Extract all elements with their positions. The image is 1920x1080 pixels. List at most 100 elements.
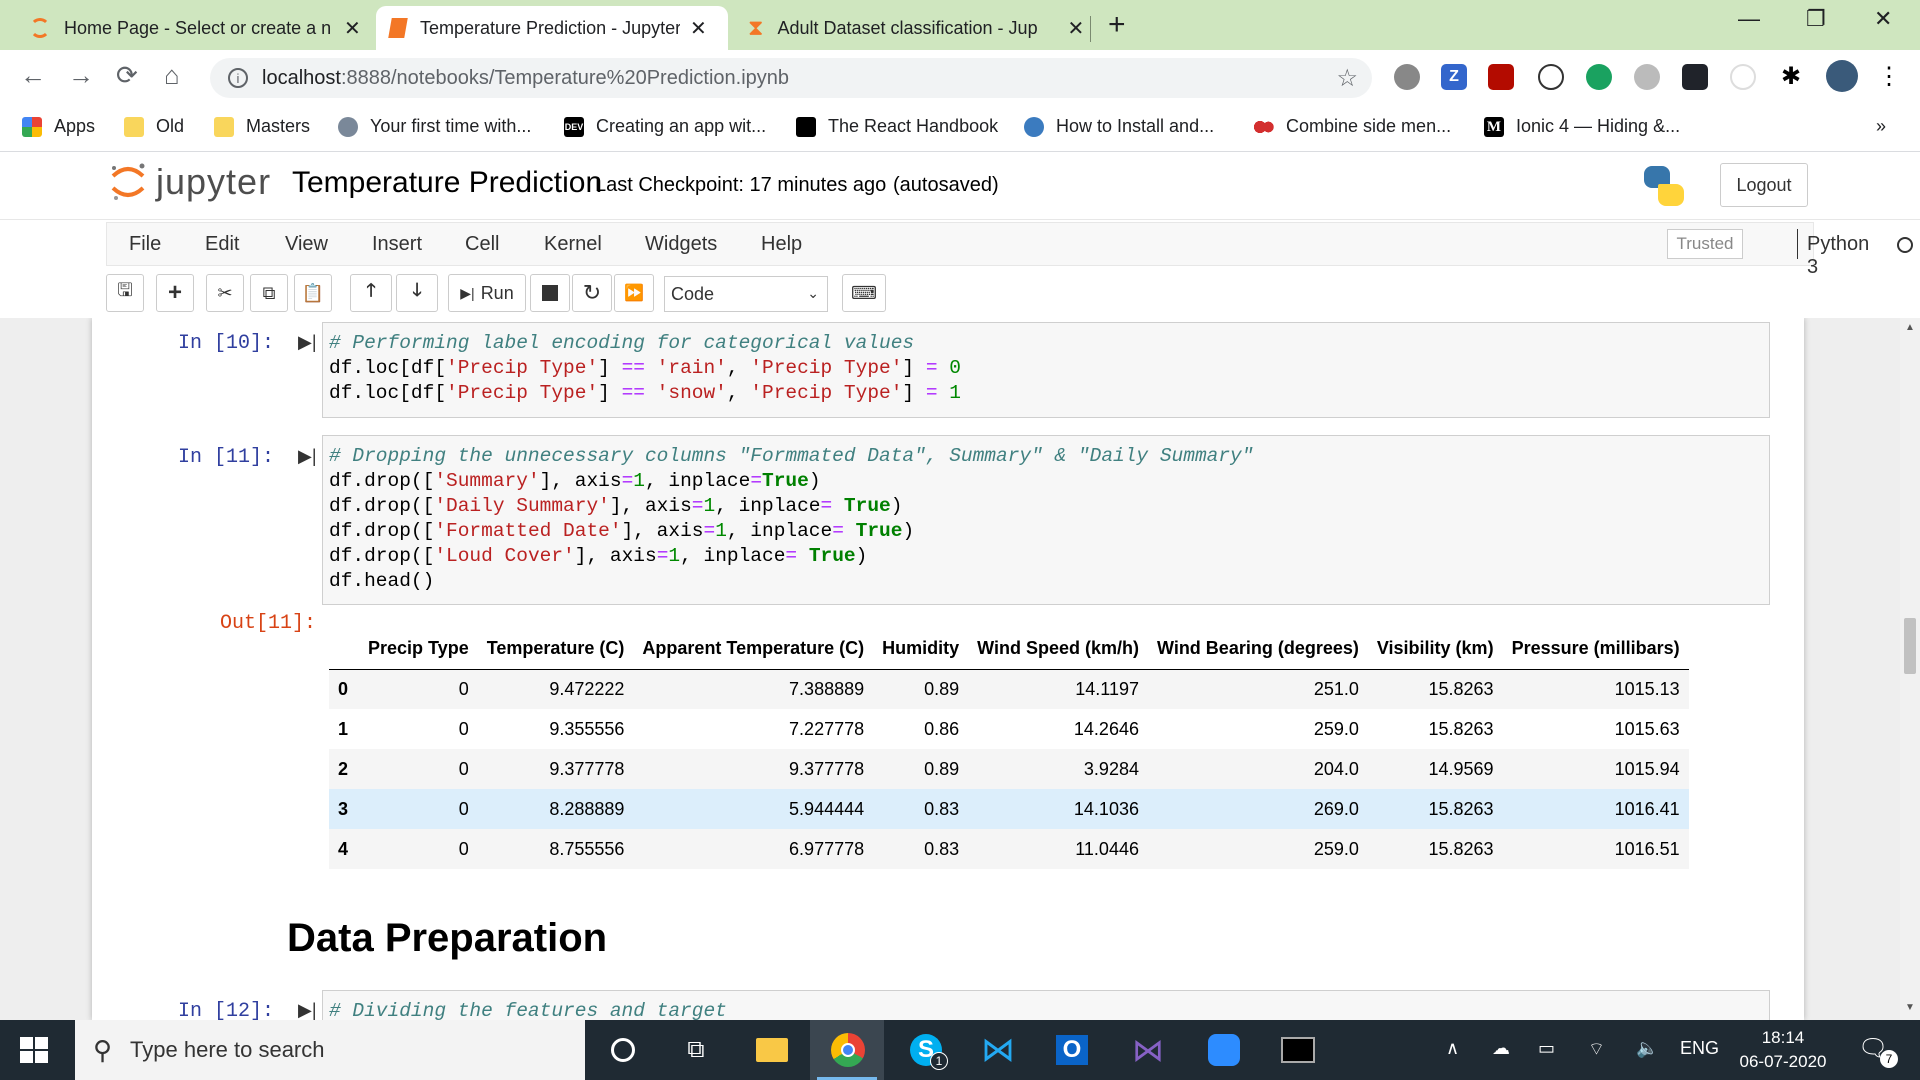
cut-button[interactable]: ✂	[206, 274, 244, 312]
extension-icon[interactable]	[1634, 64, 1660, 90]
clock[interactable]: 18:14 06-07-2020	[1728, 1026, 1838, 1074]
restart-run-all-button[interactable]: ⏩	[614, 274, 654, 312]
vscode-icon[interactable]: ⋈	[978, 1030, 1018, 1070]
bookmark-old[interactable]: Old	[124, 116, 184, 137]
jupyter-logo[interactable]: jupyter	[110, 160, 271, 204]
file-explorer-icon[interactable]	[752, 1030, 792, 1070]
extension-icon[interactable]	[1730, 64, 1756, 90]
plus-icon: +	[167, 279, 182, 306]
zoom-icon[interactable]	[1204, 1030, 1244, 1070]
tab-temperature-prediction[interactable]: Temperature Prediction - Jupyter ✕	[376, 6, 728, 50]
address-bar[interactable]: i localhost:8888/notebooks/Temperature%2…	[210, 58, 1372, 98]
avatar[interactable]	[1826, 60, 1858, 92]
close-icon[interactable]: ✕	[690, 16, 707, 41]
back-icon[interactable]: ←	[20, 60, 46, 91]
menu-cell[interactable]: Cell	[465, 233, 499, 256]
bookmark-combine-side[interactable]: Combine side men...	[1254, 116, 1451, 137]
onedrive-cloud-icon[interactable]: ☁	[1492, 1038, 1510, 1059]
column-header: Visibility (km)	[1376, 638, 1494, 659]
terminal-icon[interactable]	[1278, 1030, 1318, 1070]
scroll-down-icon[interactable]: ▼	[1905, 1002, 1915, 1013]
run-button[interactable]: ▶| Run	[448, 274, 526, 312]
menu-file[interactable]: File	[129, 233, 161, 256]
bookmark-creating-app[interactable]: DEV Creating an app wit...	[564, 116, 766, 137]
jupyter-favicon-icon	[30, 18, 50, 38]
react-devtools-icon[interactable]	[1682, 64, 1708, 90]
tab-adult-dataset[interactable]: ⧗ Adult Dataset classification - Jup ✕	[734, 6, 1098, 50]
bookmark-first-time[interactable]: Your first time with...	[338, 116, 531, 137]
extension-icon[interactable]	[1394, 64, 1420, 90]
bookmark-ionic[interactable]: M Ionic 4 — Hiding &...	[1484, 116, 1680, 137]
cell-type-select[interactable]: Code ⌄	[664, 276, 828, 312]
info-icon[interactable]: i	[228, 68, 248, 88]
save-button[interactable]: 🖫	[106, 274, 144, 312]
menu-help[interactable]: Help	[761, 233, 802, 256]
acrobat-icon[interactable]	[1488, 64, 1514, 90]
bookmark-star-icon[interactable]: ☆	[1336, 64, 1358, 93]
bookmark-apps[interactable]: Apps	[22, 116, 95, 137]
zotero-icon[interactable]: Z	[1441, 64, 1467, 90]
restore-icon[interactable]: ❐	[1806, 6, 1826, 32]
run-cell-icon[interactable]: ▶|	[298, 446, 317, 467]
menu-insert[interactable]: Insert	[372, 233, 422, 256]
new-tab-icon[interactable]: +	[1108, 8, 1126, 42]
copy-icon: ⧉	[262, 282, 276, 303]
run-cell-icon[interactable]: ▶|	[298, 332, 317, 353]
extension-icon[interactable]	[1586, 64, 1612, 90]
restart-button[interactable]: ↻	[572, 274, 612, 312]
chevron-up-icon[interactable]: ∧	[1446, 1038, 1459, 1059]
chrome-icon[interactable]	[828, 1030, 868, 1070]
code-cell-11[interactable]: # Dropping the unnecessary columns "Form…	[322, 435, 1770, 605]
language-indicator[interactable]: ENG	[1680, 1038, 1719, 1059]
close-icon[interactable]: ✕	[1067, 16, 1084, 41]
code-cell-10[interactable]: # Performing label encoding for categori…	[322, 322, 1770, 418]
kernel-separator	[1797, 229, 1798, 259]
menu-widgets[interactable]: Widgets	[645, 233, 717, 256]
search-icon: ⚲	[93, 1034, 113, 1065]
window-close-icon[interactable]: ✕	[1874, 6, 1892, 32]
forward-icon[interactable]: →	[68, 60, 94, 91]
bookmark-masters[interactable]: Masters	[214, 116, 310, 137]
table-cell: 0	[458, 758, 469, 779]
home-icon[interactable]: ⌂	[164, 60, 180, 91]
minimize-icon[interactable]: —	[1738, 6, 1760, 32]
command-palette-button[interactable]: ⌨	[842, 274, 886, 312]
wifi-icon[interactable]: ⌔	[1588, 1038, 1605, 1061]
close-icon[interactable]: ✕	[344, 16, 361, 41]
cortana-icon[interactable]	[603, 1030, 643, 1070]
insert-cell-button[interactable]: +	[156, 274, 194, 312]
run-cell-icon[interactable]: ▶|	[298, 1000, 317, 1020]
table-cell: 269.0	[1313, 798, 1359, 819]
battery-icon[interactable]: ▭	[1538, 1038, 1555, 1059]
menu-dots-icon[interactable]: ⋮	[1876, 64, 1902, 90]
scrollbar-thumb[interactable]	[1904, 618, 1916, 674]
bookmarks-overflow-icon[interactable]: »	[1876, 116, 1886, 137]
visual-studio-icon[interactable]: ⋈	[1128, 1030, 1168, 1070]
move-up-button[interactable]: 🡑	[350, 274, 392, 312]
tab-home-page[interactable]: Home Page - Select or create a n ✕	[16, 6, 375, 50]
bookmark-react-handbook[interactable]: The React Handbook	[796, 116, 998, 137]
input-prompt: In [11]:	[178, 446, 275, 469]
table-cell: 7.388889	[789, 678, 865, 699]
copy-button[interactable]: ⧉	[250, 274, 288, 312]
task-view-icon[interactable]: ⧉	[676, 1030, 716, 1070]
menu-view[interactable]: View	[285, 233, 328, 256]
extension-icon[interactable]	[1538, 64, 1564, 90]
logout-button[interactable]: Logout	[1720, 163, 1808, 207]
volume-icon[interactable]: 🔈	[1636, 1038, 1658, 1059]
move-down-button[interactable]: 🡓	[396, 274, 438, 312]
scroll-up-icon[interactable]: ▲	[1905, 322, 1915, 333]
paste-button[interactable]: 📋	[294, 274, 332, 312]
menu-edit[interactable]: Edit	[205, 233, 239, 256]
windows-start-icon[interactable]	[18, 1034, 50, 1071]
reload-icon[interactable]: ⟳	[116, 60, 138, 91]
interrupt-button[interactable]	[530, 274, 570, 312]
code-cell-12[interactable]: # Dividing the features and target	[322, 990, 1770, 1020]
bookmark-how-to-install[interactable]: How to Install and...	[1024, 116, 1214, 137]
notebook-name[interactable]: Temperature Prediction	[292, 166, 602, 200]
trusted-indicator[interactable]: Trusted	[1667, 229, 1743, 259]
outlook-icon[interactable]: O	[1052, 1030, 1092, 1070]
taskbar-search-box[interactable]: ⚲ Type here to search	[75, 1020, 585, 1080]
puzzle-icon[interactable]: ✱	[1778, 64, 1804, 90]
menu-kernel[interactable]: Kernel	[544, 233, 602, 256]
